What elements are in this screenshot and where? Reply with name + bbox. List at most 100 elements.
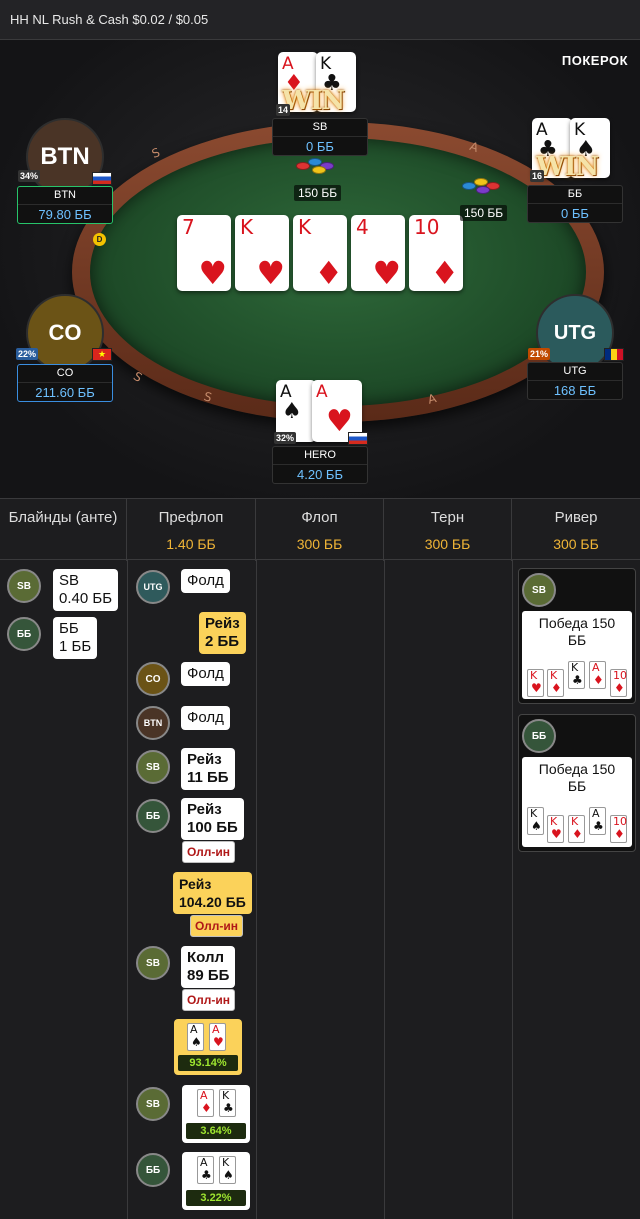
action-bubble: Фолд <box>181 662 230 686</box>
col-river[interactable]: Ривер 300 ББ <box>512 499 640 561</box>
pos-badge-sb: SB <box>7 569 41 603</box>
column-divider <box>384 560 385 1219</box>
sb-name: SB <box>312 121 328 133</box>
utg-flag-icon <box>604 348 624 361</box>
equity-value: 93.14% <box>178 1055 238 1071</box>
pos-badge-co: CO <box>136 662 170 696</box>
utg-seat-box[interactable]: UTG 168 ББ <box>527 362 623 400</box>
co-seat-box[interactable]: CO 211.60 ББ <box>17 364 113 402</box>
col-blinds[interactable]: Блайнды (анте) <box>0 499 127 561</box>
pos-badge-sb: SB <box>136 750 170 784</box>
btn-seat-box[interactable]: BTN 79.80 ББ <box>17 186 113 224</box>
mini-card: K ♣ <box>219 1089 236 1117</box>
board-card: K ♥ <box>235 215 289 291</box>
bb-seat-box[interactable]: ББ 0 ББ <box>527 185 623 223</box>
board-card: 7 ♥ <box>177 215 231 291</box>
col-preflop[interactable]: Префлоп 1.40 ББ <box>127 499 256 561</box>
column-divider <box>127 560 128 1219</box>
mini-card: K ♥ <box>547 815 564 843</box>
btn-name: BTN <box>54 189 76 201</box>
col-turn[interactable]: Терн 300 ББ <box>384 499 512 561</box>
pos-badge-bb: ББ <box>136 1153 170 1187</box>
river-result-sb: SB Победа 150 ББ K ♥ K ♦ K ♣ A ♦ 10 ♦ <box>518 568 636 704</box>
action-bubble: Рейз 100 ББ <box>181 798 244 840</box>
utg-name: UTG <box>563 365 587 377</box>
action-bubble: Фолд <box>181 706 230 730</box>
rail-letter: S <box>131 369 145 385</box>
co-flag-icon: ★ <box>92 348 112 361</box>
mini-card: A ♠ <box>187 1023 204 1051</box>
mini-card: A ♣ <box>197 1156 214 1184</box>
co-stack: 211.60 ББ <box>18 382 112 400</box>
co-name: CO <box>56 367 74 379</box>
equity-box: A ♦ K ♣ 3.64% <box>182 1085 250 1143</box>
pos-badge-bb: ББ <box>522 719 556 753</box>
hero-percent: 32% <box>274 432 297 444</box>
utg-avatar[interactable]: UTG <box>536 294 614 372</box>
win-text: Победа 150 ББ <box>538 615 616 648</box>
dealer-button-icon: D <box>93 233 106 246</box>
sb-bet-amount: 150 ББ <box>294 185 342 201</box>
mini-card: A ♦ <box>589 661 606 689</box>
mini-card: K ♣ <box>568 661 585 689</box>
sb-seat-box[interactable]: SB 0 ББ <box>272 118 368 156</box>
column-divider <box>256 560 257 1219</box>
hero-seat-box[interactable]: HERO 4.20 ББ <box>272 446 368 484</box>
co-percent: 22% <box>16 348 39 360</box>
pos-badge-sb: SB <box>136 1087 170 1121</box>
win-text: Победа 150 ББ <box>538 761 616 794</box>
equity-value: 3.64% <box>186 1123 246 1139</box>
rail-letter: S <box>149 145 162 161</box>
equity-box: A ♣ K ♠ 3.22% <box>182 1152 250 1210</box>
bb-bet-amount: 150 ББ <box>460 205 508 221</box>
board-card: K ♦ <box>293 215 347 291</box>
blind-action: ББ 1 ББ <box>53 617 98 659</box>
bb-chips-icon <box>462 176 508 194</box>
equity-value: 3.22% <box>186 1190 246 1206</box>
mini-card: A ♥ <box>209 1023 226 1051</box>
river-result-bb: ББ Победа 150 ББ K ♠ K ♥ K ♦ A ♣ 10 ♦ <box>518 714 636 852</box>
sb-chips-icon <box>296 156 342 174</box>
allin-badge: Олл-ин <box>190 915 244 937</box>
sb-percent: 14 <box>276 104 291 116</box>
mini-card: K ♦ <box>568 815 585 843</box>
mini-card: A ♣ <box>589 807 606 835</box>
hero-equity-box: A ♠ A ♥ 93.14% <box>174 1019 242 1075</box>
title-bar: HH NL Rush & Cash $0.02 / $0.05 <box>0 0 640 40</box>
win-result: Победа 150 ББ K ♥ K ♦ K ♣ A ♦ 10 ♦ <box>522 611 632 699</box>
sb-win-badge: WIN <box>282 86 345 116</box>
utg-stack: 168 ББ <box>528 380 622 398</box>
pos-badge-btn: BTN <box>136 706 170 740</box>
bb-stack: 0 ББ <box>528 203 622 221</box>
mini-card: 10 ♦ <box>610 815 627 843</box>
allin-badge: Олл-ин <box>182 989 236 1011</box>
pos-badge-sb: SB <box>136 946 170 980</box>
utg-percent: 21% <box>528 348 551 360</box>
allin-badge: Олл-ин <box>182 841 236 863</box>
action-bubble: Колл 89 ББ <box>181 946 236 988</box>
mini-card: K ♦ <box>547 669 564 697</box>
board-card: 10 ♦ <box>409 215 463 291</box>
action-bubble: Рейз 11 ББ <box>181 748 235 790</box>
action-bubble: Фолд <box>181 569 230 593</box>
pos-badge-bb: ББ <box>7 617 41 651</box>
btn-percent: 34% <box>18 170 41 182</box>
col-flop[interactable]: Флоп 300 ББ <box>256 499 384 561</box>
bb-name: ББ <box>567 188 583 200</box>
pos-badge-sb: SB <box>522 573 556 607</box>
brand-logo: ПОКЕРОК <box>561 53 628 68</box>
hero-name: HERO <box>304 449 336 461</box>
hand-history-panel: Блайнды (анте) Префлоп 1.40 ББ Флоп 300 ББ… <box>0 498 640 1219</box>
mini-card: A ♦ <box>197 1089 214 1117</box>
mini-card: K ♥ <box>527 669 544 697</box>
window-title: HH NL Rush & Cash $0.02 / $0.05 <box>10 12 209 27</box>
bb-percent: 16 <box>530 170 545 182</box>
pos-badge-bb: ББ <box>136 799 170 833</box>
history-header: Блайнды (анте) Префлоп 1.40 ББ Флоп 300 ББ… <box>0 498 640 561</box>
bb-win-badge: WIN <box>536 152 599 182</box>
sb-stack: 0 ББ <box>273 136 367 154</box>
btn-flag-icon <box>92 172 112 185</box>
mini-card: 10 ♦ <box>610 669 627 697</box>
hero-stack: 4.20 ББ <box>273 464 367 482</box>
mini-card: K ♠ <box>219 1156 236 1184</box>
